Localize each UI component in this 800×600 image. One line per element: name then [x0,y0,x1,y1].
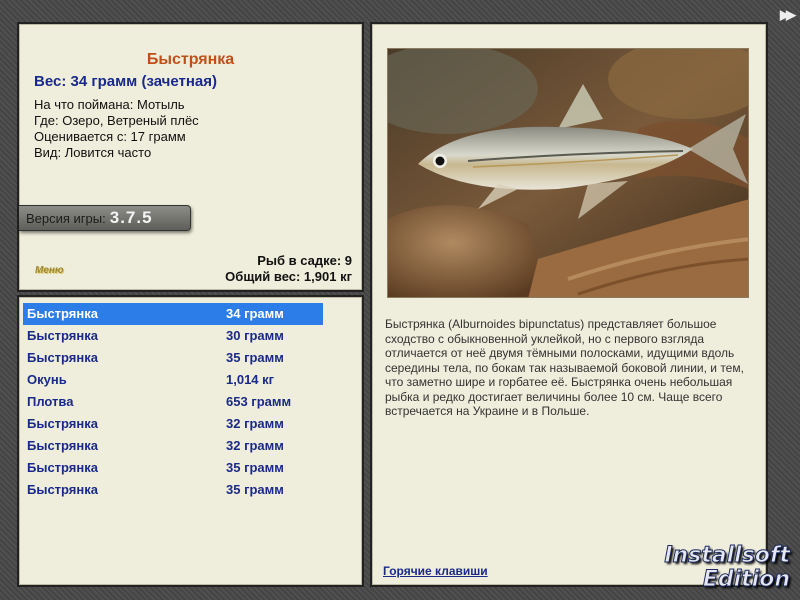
catch-fish-weight: 653 грамм [226,394,292,409]
watermark-line2: Edition [702,567,790,592]
catch-list: Быстрянка 34 грамм Быстрянка 30 грамм Быстря… [23,303,323,501]
catch-fish-name: Быстрянка [27,350,98,365]
watermark-line1: Installsoft [664,543,791,568]
min-weight-info: Оценивается с: 17 грамм [34,129,186,144]
fish-count: Рыб в садке: 9 [257,253,352,268]
fast-forward-icon[interactable]: ▶▶ [780,7,796,23]
catch-fish-name: Быстрянка [27,438,98,453]
catch-row[interactable]: Быстрянка 30 грамм [23,325,323,347]
catch-row[interactable]: Быстрянка 32 грамм [23,435,323,457]
catch-fish-weight: 1,014 кг [226,372,275,387]
catch-row[interactable]: Быстрянка 32 грамм [23,413,323,435]
fish-info-panel: Быстрянка Вес: 34 грамм (зачетная) На чт… [17,22,364,292]
fish-description: Быстрянка (Alburnoides bipunctatus) пред… [385,317,744,418]
catch-fish-weight: 35 грамм [226,482,284,497]
menu-button[interactable]: Меню [35,265,64,276]
catch-fish-weight: 34 грамм [226,306,284,321]
frequency-info: Вид: Ловится часто [34,145,152,160]
catch-fish-name: Плотва [27,394,74,409]
fish-photo-illustration [388,49,748,297]
catch-row[interactable]: Окунь 1,014 кг [23,369,323,391]
fish-weight: Вес: 34 грамм (зачетная) [34,73,218,90]
catch-fish-name: Быстрянка [27,306,98,321]
catch-list-panel: Быстрянка 34 грамм Быстрянка 30 грамм Быстря… [17,295,364,587]
catch-fish-weight: 32 грамм [226,416,284,431]
catch-row[interactable]: Быстрянка 35 грамм [23,347,323,369]
catch-fish-weight: 32 грамм [226,438,284,453]
fish-photo [387,48,749,298]
fish-details: На что поймана: Мотыль Где: Озеро, Ветре… [34,97,199,161]
fish-name-title: Быстрянка [146,51,235,68]
bait-info: На что поймана: Мотыль [34,97,185,112]
fish-detail-panel: Быстрянка (Alburnoides bipunctatus) пред… [370,22,768,587]
catch-fish-weight: 35 грамм [226,460,284,475]
catch-fish-name: Быстрянка [27,328,98,343]
version-badge: Версия игры: 3.7.5 [19,205,191,231]
catch-fish-name: Окунь [27,372,67,387]
total-weight: Общий вес: 1,901 кг [225,269,352,284]
hotkeys-link[interactable]: Горячие клавиши [383,564,488,578]
catch-row[interactable]: Быстрянка 35 грамм [23,457,323,479]
installsoft-watermark: Installsoft Edition [664,543,791,592]
catch-fish-weight: 35 грамм [226,350,284,365]
catch-row[interactable]: Плотва 653 грамм [23,391,323,413]
version-value: 3.7.5 [109,208,153,227]
catch-row[interactable]: Быстрянка 34 грамм [23,303,323,325]
catch-stats: Рыб в садке: 9 Общий вес: 1,901 кг [225,253,352,285]
catch-fish-weight: 30 грамм [226,328,284,343]
catch-fish-name: Быстрянка [27,460,98,475]
catch-fish-name: Быстрянка [27,482,98,497]
catch-fish-name: Быстрянка [27,416,98,431]
version-label: Версия игры: [26,211,106,226]
location-info: Где: Озеро, Ветреный плёс [34,113,199,128]
catch-row[interactable]: Быстрянка 35 грамм [23,479,323,501]
